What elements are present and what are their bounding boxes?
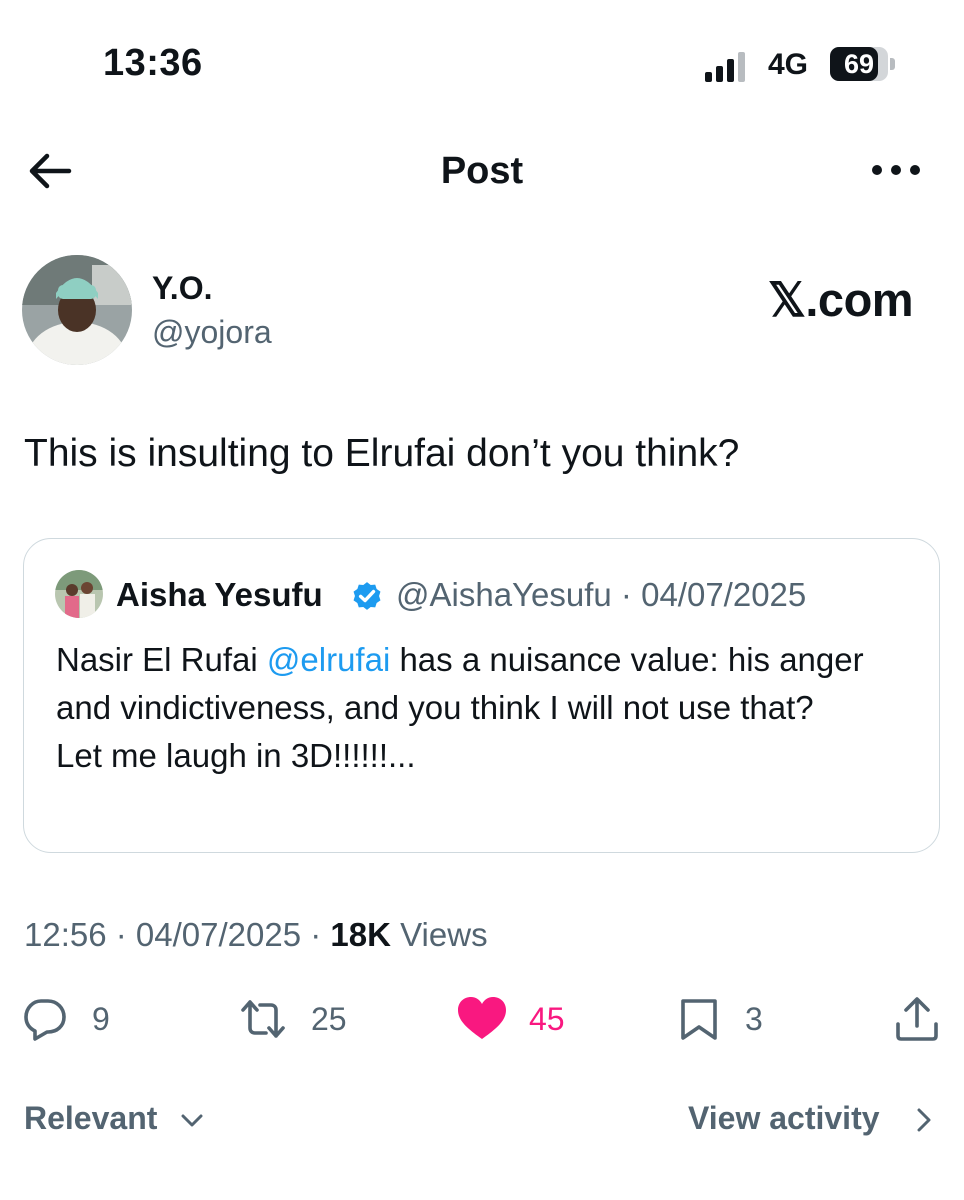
quote-text-line2: Let me laugh in 3D!!!!!!... bbox=[56, 737, 416, 774]
tweet-text: This is insulting to Elrufai don’t you t… bbox=[24, 432, 740, 475]
quote-body: Nasir El Rufai @elrufai has a nuisance v… bbox=[56, 636, 926, 780]
post-time: 12:56 bbox=[24, 916, 107, 953]
post-date: 04/07/2025 bbox=[135, 916, 302, 953]
author-handle[interactable]: @yojora bbox=[152, 314, 272, 351]
sort-relevant-button[interactable]: Relevant bbox=[24, 1100, 157, 1137]
verified-icon bbox=[353, 582, 381, 610]
quote-avatar[interactable] bbox=[55, 570, 103, 618]
separator-dot: · bbox=[611, 576, 642, 613]
quote-text-start: Nasir El Rufai bbox=[56, 641, 267, 678]
views-count[interactable]: 18K bbox=[330, 916, 391, 953]
share-icon[interactable] bbox=[894, 996, 940, 1042]
signal-icon bbox=[705, 52, 745, 82]
bookmark-count: 3 bbox=[745, 1001, 763, 1037]
views-label: Views bbox=[400, 916, 488, 953]
quote-author-name[interactable]: Aisha Yesufu bbox=[116, 576, 323, 614]
more-icon[interactable] bbox=[868, 161, 924, 179]
battery-level: 69 bbox=[843, 49, 875, 79]
status-time: 13:36 bbox=[103, 42, 203, 84]
bookmark-icon[interactable] bbox=[676, 996, 722, 1042]
battery-icon: 69 bbox=[830, 47, 896, 81]
quote-date: 04/07/2025 bbox=[641, 576, 807, 613]
author-avatar[interactable] bbox=[22, 255, 132, 365]
page-title: Post bbox=[440, 150, 524, 192]
heart-icon[interactable] bbox=[456, 993, 508, 1045]
chevron-right-icon[interactable] bbox=[917, 1108, 931, 1132]
view-activity-button[interactable]: View activity bbox=[688, 1100, 880, 1137]
like-count: 45 bbox=[529, 1001, 565, 1037]
repost-icon[interactable] bbox=[240, 996, 286, 1042]
network-label: 4G bbox=[768, 48, 809, 81]
post-timestamp: 12:56 · 04/07/2025 · 18K Views bbox=[24, 916, 488, 953]
reply-count: 9 bbox=[92, 1001, 110, 1037]
chevron-down-icon[interactable] bbox=[181, 1114, 203, 1128]
reply-icon[interactable] bbox=[22, 996, 68, 1042]
author-name[interactable]: Y.O. bbox=[152, 270, 212, 307]
quote-meta: @AishaYesufu · 04/07/2025 bbox=[396, 576, 806, 614]
mention-link[interactable]: @elrufai bbox=[267, 641, 390, 678]
repost-count: 25 bbox=[311, 1001, 347, 1037]
watermark: 𝕏.com bbox=[768, 273, 914, 326]
quote-handle[interactable]: @AishaYesufu bbox=[396, 576, 612, 613]
